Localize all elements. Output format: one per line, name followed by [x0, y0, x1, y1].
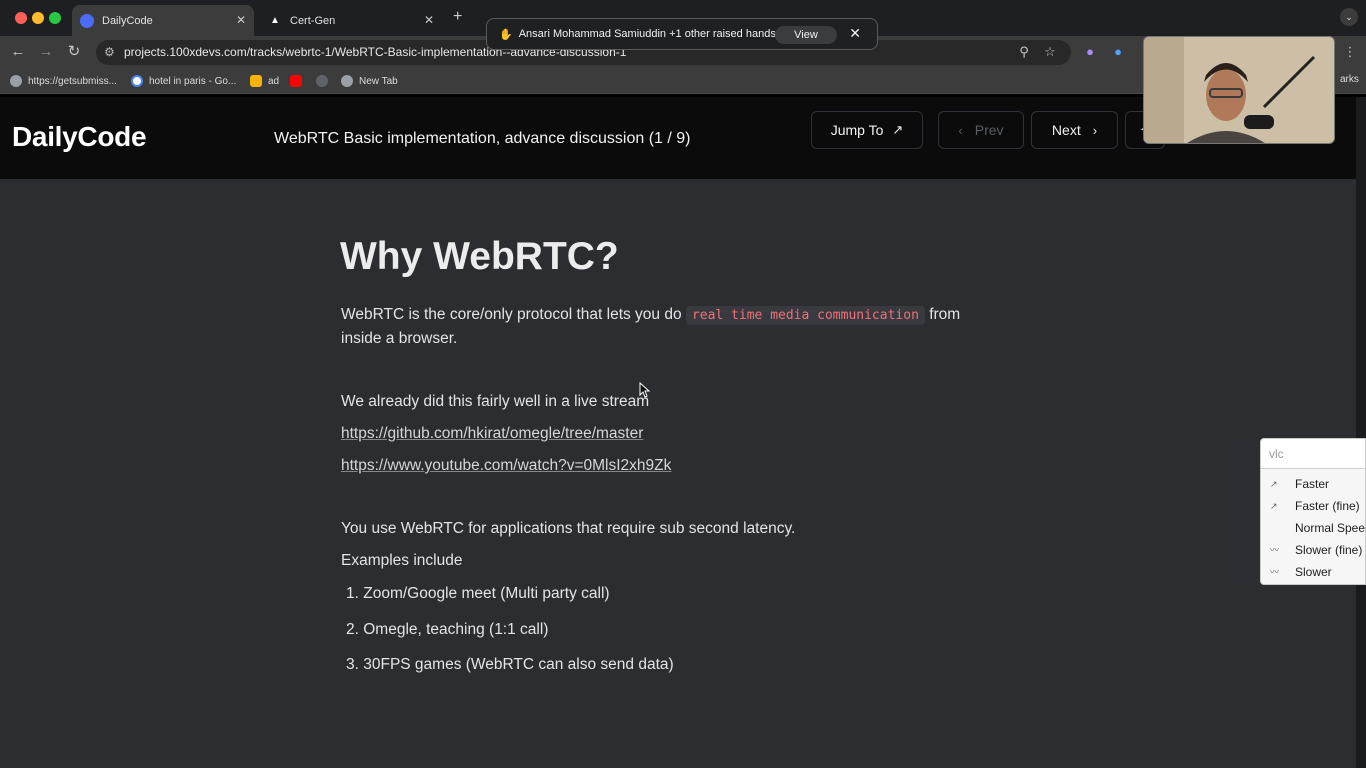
arrow-up-right-icon: ↗: [892, 122, 904, 137]
youtube-link[interactable]: https://www.youtube.com/watch?v=0MlsI2xh…: [341, 457, 671, 475]
browser-tab-dailycode[interactable]: DailyCode ✕: [72, 5, 254, 36]
all-bookmarks-label[interactable]: arks: [1340, 74, 1359, 85]
globe-icon: [341, 75, 353, 87]
bookmark-item[interactable]: hotel in paris - Go...: [131, 73, 236, 89]
forward-arrow-icon[interactable]: →: [36, 42, 56, 62]
github-link[interactable]: https://github.com/hkirat/omegle/tree/ma…: [341, 425, 643, 443]
close-tab-icon[interactable]: ✕: [424, 13, 434, 27]
paragraph-text: WebRTC is the core/only protocol that le…: [341, 306, 682, 323]
raised-hands-text: Ansari Mohammad Samiuddin +1 other raise…: [518, 28, 776, 40]
list-number: 3.: [346, 656, 364, 673]
vlc-search-input[interactable]: vlc: [1261, 439, 1365, 469]
speed-up-icon: ↗: [1270, 501, 1278, 511]
list-item-text: 30FPS games (WebRTC can also send data): [363, 656, 674, 673]
globe-icon: [10, 75, 22, 87]
slow-down-icon: 〰: [1270, 545, 1280, 555]
chevron-left-icon: ‹: [958, 122, 963, 138]
tab-search-icon[interactable]: ⌄: [1340, 8, 1358, 26]
next-button[interactable]: Next ›: [1031, 111, 1118, 149]
bookmark-label: hotel in paris - Go...: [149, 75, 237, 87]
paragraph-intro-line2: inside a browser.: [341, 330, 458, 347]
lesson-content: Why WebRTC? WebRTC is the core/only prot…: [0, 180, 1356, 768]
vercel-favicon-icon: ▲: [270, 14, 280, 26]
vlc-menu-item-faster[interactable]: ↗ Faster: [1261, 473, 1365, 495]
browser-tab-cert-gen[interactable]: ▲ Cert-Gen ✕: [260, 5, 442, 36]
hand-icon: [250, 75, 262, 87]
vlc-speed-menu: vlc ↗ Faster ↗ Faster (fine) Normal Spee…: [1260, 438, 1366, 585]
list-number: 2.: [346, 621, 364, 638]
back-arrow-icon[interactable]: ←: [8, 42, 28, 62]
extension-icon[interactable]: ●: [1110, 44, 1126, 60]
bookmark-item[interactable]: ad: [250, 73, 279, 89]
vlc-menu-item-faster-fine[interactable]: ↗ Faster (fine): [1261, 495, 1365, 517]
bookmark-label: New Tab: [359, 75, 398, 87]
zoom-icon[interactable]: ⚲: [1016, 44, 1032, 60]
paragraph-intro: WebRTC is the core/only protocol that le…: [341, 306, 961, 325]
menu-item-label: Slower: [1295, 565, 1332, 579]
bookmark-label: ad: [268, 75, 280, 87]
mouse-cursor-icon: [639, 382, 651, 398]
close-tab-icon[interactable]: ✕: [236, 13, 246, 27]
webcam-person-image: [1144, 37, 1334, 143]
vlc-menu-item-slower[interactable]: 〰 Slower: [1261, 561, 1365, 583]
extension-icon[interactable]: ●: [1082, 44, 1098, 60]
bookmark-label: https://getsubmiss...: [28, 75, 117, 87]
menu-kebab-icon[interactable]: ⋮: [1342, 44, 1358, 60]
google-icon: [131, 75, 143, 87]
prev-button[interactable]: ‹ Prev: [938, 111, 1024, 149]
tab-label: Cert-Gen: [290, 14, 336, 27]
site-logo[interactable]: DailyCode: [12, 121, 147, 153]
list-item: 1. Zoom/Google meet (Multi party call): [346, 585, 610, 603]
menu-item-label: Normal Speed: [1295, 521, 1366, 535]
next-label: Next: [1051, 122, 1081, 138]
view-button[interactable]: View: [775, 26, 837, 44]
jump-to-button[interactable]: Jump To ↗: [811, 111, 923, 149]
bookmark-item[interactable]: https://getsubmiss...: [10, 73, 117, 89]
paragraph-text: from: [929, 306, 961, 323]
paragraph-live-stream: We already did this fairly well in a liv…: [341, 393, 650, 410]
raised-hand-icon: ✋: [499, 28, 513, 41]
chevron-right-icon: ›: [1092, 122, 1098, 138]
list-item-text: Omegle, teaching (1:1 call): [363, 621, 549, 638]
speed-up-icon: ↗: [1270, 479, 1278, 489]
dailycode-favicon-icon: [80, 13, 94, 28]
page-title: Why WebRTC?: [340, 235, 619, 278]
prev-label: Prev: [974, 122, 1004, 138]
new-tab-button[interactable]: +: [453, 8, 462, 26]
lesson-title: WebRTC Basic implementation, advance dis…: [274, 130, 691, 147]
list-item: 3. 30FPS games (WebRTC can also send dat…: [346, 656, 674, 674]
menu-item-label: Faster: [1295, 477, 1330, 491]
bookmark-item[interactable]: New Tab: [341, 73, 398, 89]
page-scrollbar[interactable]: [1356, 97, 1366, 768]
list-number: 1.: [346, 585, 364, 602]
site-info-icon[interactable]: ⚙: [104, 40, 115, 65]
inline-code: real time media communication: [685, 306, 925, 325]
close-icon[interactable]: ✕: [849, 25, 861, 42]
paragraph-examples: Examples include: [341, 552, 463, 569]
list-item: 2. Omegle, teaching (1:1 call): [346, 621, 548, 639]
window-close-button[interactable]: [15, 12, 27, 24]
menu-item-label: Faster (fine): [1295, 499, 1360, 513]
youtube-icon: [290, 75, 302, 87]
bookmark-item[interactable]: [316, 73, 334, 89]
bookmark-item[interactable]: [290, 73, 308, 89]
webcam-video-tile[interactable]: [1143, 36, 1335, 144]
vlc-menu-item-slower-fine[interactable]: 〰 Slower (fine): [1261, 539, 1365, 561]
paragraph-latency: You use WebRTC for applications that req…: [341, 520, 796, 537]
window-minimize-button[interactable]: [32, 12, 44, 24]
slow-down-icon: 〰: [1270, 567, 1280, 577]
reload-icon[interactable]: ↻: [64, 42, 84, 62]
raised-hands-banner: ✋ Ansari Mohammad Samiuddin +1 other rai…: [486, 18, 878, 50]
vlc-menu-item-normal[interactable]: Normal Speed: [1261, 517, 1366, 539]
bookmark-star-icon[interactable]: ☆: [1042, 44, 1058, 60]
list-item-text: Zoom/Google meet (Multi party call): [363, 585, 610, 602]
tab-label: DailyCode: [102, 14, 153, 27]
jump-to-label: Jump To: [830, 122, 884, 138]
window-zoom-button[interactable]: [49, 12, 61, 24]
menu-item-label: Slower (fine): [1295, 543, 1363, 557]
settings-icon: [316, 75, 328, 87]
